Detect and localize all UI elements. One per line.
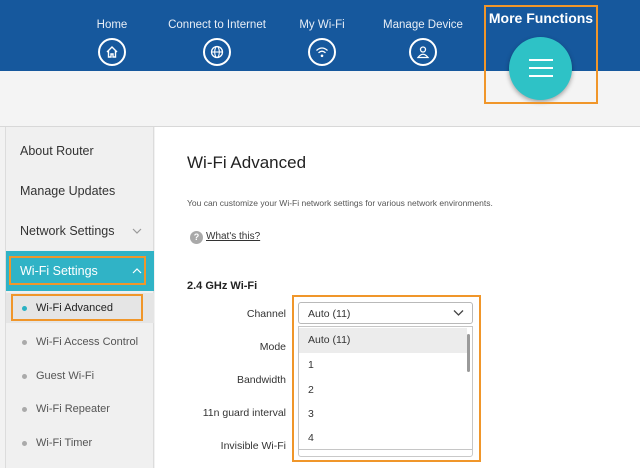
sidebar-subitem-label: Wi-Fi Timer [36,437,93,449]
sidebar-item-label: About Router [20,144,94,158]
wifi-icon [308,38,336,66]
bullet-icon [22,374,27,379]
wifi-advanced-highlight-frame [11,294,143,321]
field-label-guard-interval: 11n guard interval [202,407,286,419]
nav-home[interactable]: Home [82,0,142,71]
nav-manage-device[interactable]: Manage Device [383,0,463,71]
sidebar-subitem-guest-wifi[interactable]: Guest Wi-Fi [6,361,154,391]
nav-connect-label: Connect to Internet [168,19,266,31]
field-label-bandwidth: Bandwidth [236,374,286,386]
home-icon [98,38,126,66]
nav-home-label: Home [96,19,128,31]
nav-my-wifi[interactable]: My Wi-Fi [292,0,352,71]
more-functions-highlight-frame [484,5,598,104]
nav-wifi-label: My Wi-Fi [299,19,345,31]
sidebar-item-about-router[interactable]: About Router [6,131,154,171]
whats-this-link[interactable]: What's this? [206,231,260,242]
sidebar-subitem-label: Wi-Fi Repeater [36,403,110,415]
bullet-icon [22,407,27,412]
sidebar-item-label: Manage Updates [20,184,116,198]
help-icon[interactable]: ? [190,231,203,244]
sidebar-subitem-wifi-timer[interactable]: Wi-Fi Timer [6,428,154,458]
sidebar-item-manage-updates[interactable]: Manage Updates [6,171,154,211]
bullet-icon [22,441,27,446]
channel-highlight-frame [292,295,481,462]
page-description: You can customize your Wi-Fi network set… [187,198,493,208]
nav-connect-internet[interactable]: Connect to Internet [168,0,266,71]
page-title: Wi-Fi Advanced [187,153,307,172]
field-label-mode: Mode [259,341,286,353]
section-title: 2.4 GHz Wi-Fi [187,280,258,292]
sidebar-subitem-label: Guest Wi-Fi [36,370,95,382]
sidebar-subitem-wifi-access-control[interactable]: Wi-Fi Access Control [6,327,154,357]
sidebar-subitem-wifi-repeater[interactable]: Wi-Fi Repeater [6,394,154,424]
chevron-down-icon [132,228,142,234]
field-label-invisible-wifi: Invisible Wi-Fi [220,440,286,452]
sidebar-subitem-label: Wi-Fi Access Control [36,336,139,348]
field-label-channel: Channel [246,308,286,320]
sidebar-item-network-settings[interactable]: Network Settings [6,211,154,251]
wifi-settings-highlight-frame [9,256,146,285]
bullet-icon [22,340,27,345]
user-icon [409,38,437,66]
nav-device-label: Manage Device [383,19,463,31]
globe-icon [203,38,231,66]
sidebar-item-label: Network Settings [20,224,115,238]
